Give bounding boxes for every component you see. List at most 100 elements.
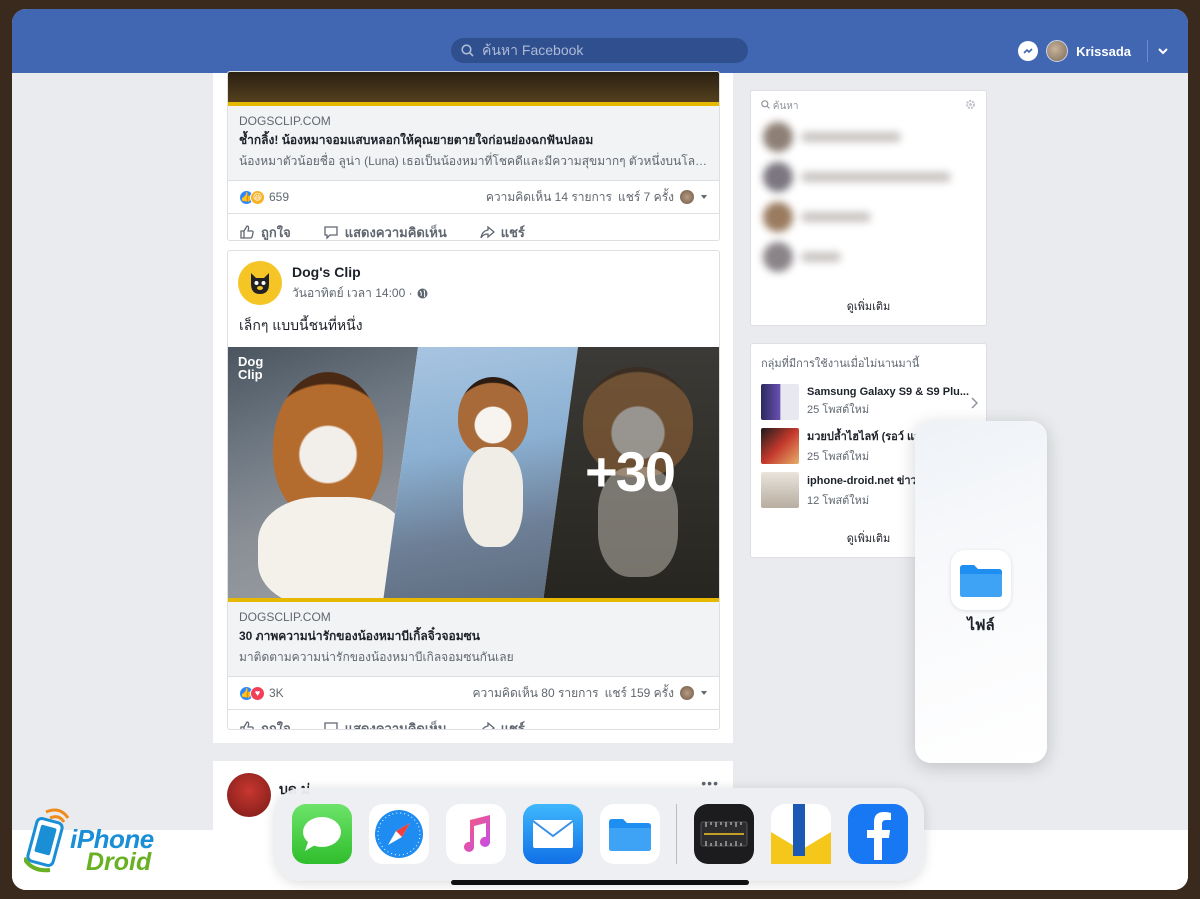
share-button[interactable]: แชร์ <box>479 718 525 729</box>
contacts-list[interactable] <box>753 117 953 289</box>
caret-down-icon[interactable] <box>700 689 708 697</box>
like-label: ถูกใจ <box>261 224 291 240</box>
comment-label: แสดงความคิดเห็น <box>344 720 447 730</box>
audience-avatar[interactable] <box>680 190 694 204</box>
link-domain: DOGSCLIP.COM <box>239 610 331 624</box>
safari-icon[interactable] <box>369 804 429 864</box>
badge-line-2: Clip <box>238 367 263 382</box>
facebook-icon[interactable] <box>848 804 908 864</box>
comment-label: แสดงความคิดเห็น <box>344 224 447 240</box>
post-header: Dog's Clip วันอาทิตย์ เวลา 14:00 · <box>228 251 719 315</box>
comment-icon <box>324 722 338 729</box>
share-count[interactable]: แชร์ 7 ครั้ง <box>618 188 674 207</box>
group-thumbnail <box>761 384 799 420</box>
share-button[interactable]: แชร์ <box>479 222 525 241</box>
haha-reaction-icon: 😆 <box>250 189 265 205</box>
reaction-count: 3K <box>269 686 284 700</box>
post-actions: ถูกใจ แสดงความคิดเห็น แชร์ <box>228 710 719 730</box>
group-thumbnail <box>761 428 799 464</box>
thumbs-up-icon <box>240 225 254 239</box>
like-button[interactable]: ถูกใจ <box>239 718 291 730</box>
group-new-posts: 25 โพสต์ใหม่ <box>807 404 870 416</box>
chevron-down-icon[interactable] <box>1156 44 1170 58</box>
group-thumbnail <box>761 472 799 508</box>
comment-count[interactable]: ความคิดเห็น 14 รายการ <box>486 188 612 207</box>
reactions[interactable]: 👍 😆 659 <box>239 189 290 205</box>
more-photos-count[interactable]: +30 <box>585 439 676 504</box>
divider <box>1147 40 1148 62</box>
measure-icon[interactable] <box>694 804 754 864</box>
gear-icon[interactable] <box>965 99 976 110</box>
page-avatar[interactable] <box>238 261 282 305</box>
comment-count[interactable]: ความคิดเห็น 80 รายการ <box>473 684 599 703</box>
ipad-dock <box>275 788 924 881</box>
contacts-search-label: ค้นหา <box>772 101 799 112</box>
group-name: มวยปล้ำไฮไลท์ (รอว์ แสม <box>807 431 929 443</box>
group-new-posts: 12 โพสต์ใหม่ <box>807 495 870 507</box>
share-icon <box>480 225 495 239</box>
share-label: แชร์ <box>500 224 525 240</box>
logo-text-droid: Droid <box>86 848 152 876</box>
reactions[interactable]: 👍 ♥ 3K <box>239 685 284 701</box>
comment-button[interactable]: แสดงความคิดเห็น <box>323 222 447 241</box>
music-icon[interactable] <box>446 804 506 864</box>
audience-avatar[interactable] <box>680 686 694 700</box>
see-more-link[interactable]: ดูเพิ่มเติม <box>751 297 986 315</box>
link-image[interactable] <box>228 72 719 106</box>
search-placeholder: ค้นหา Facebook <box>482 41 584 58</box>
share-count[interactable]: แชร์ 159 ครั้ง <box>605 684 674 703</box>
group-new-posts: 25 โพสต์ใหม่ <box>807 451 870 463</box>
author-avatar[interactable] <box>227 773 271 817</box>
group-name: iphone-droid.net ข่าวส <box>807 475 924 487</box>
link-domain: DOGSCLIP.COM <box>239 114 331 128</box>
link-title: 30 ภาพความน่ารักของน้องหมาบีเกิ้ลจิ๋วจอม… <box>239 629 481 643</box>
post-photo-collage[interactable]: Dog Clip +30 <box>228 347 719 602</box>
search-field[interactable]: ค้นหา Facebook <box>451 38 748 63</box>
home-indicator[interactable] <box>451 880 749 885</box>
group-name: Samsung Galaxy S9 & S9 Plu... <box>807 386 970 398</box>
group-item[interactable]: Samsung Galaxy S9 & S9 Plu... 25 โพสต์ให… <box>751 380 986 424</box>
caret-down-icon[interactable] <box>700 193 708 201</box>
news-feed: DOGSCLIP.COM ช้ำกลิ้ง! น้องหมาจอมแสบหลอก… <box>213 71 733 743</box>
share-icon <box>481 721 495 729</box>
iphone-droid-logo: iPhone Droid <box>24 800 164 880</box>
search-icon <box>761 100 770 109</box>
link-description: มาติดตามความน่ารักของน้องหมาบีเกิลจอมซนก… <box>239 650 514 664</box>
like-button[interactable]: ถูกใจ <box>239 222 291 241</box>
post-card: DOGSCLIP.COM ช้ำกลิ้ง! น้องหมาจอมแสบหลอก… <box>227 71 720 241</box>
post-card: Dog's Clip วันอาทิตย์ เวลา 14:00 · เล็กๆ… <box>227 250 720 730</box>
link-preview[interactable]: DOGSCLIP.COM 30 ภาพความน่ารักของน้องหมาบ… <box>228 602 719 677</box>
post-stats: 👍 😆 659 ความคิดเห็น 14 รายการ แชร์ 7 ครั้… <box>228 181 719 214</box>
mail-icon[interactable] <box>523 804 583 864</box>
contacts-search[interactable]: ค้นหา <box>761 99 799 114</box>
comment-button[interactable]: แสดงความคิดเห็น <box>323 718 447 730</box>
like-label: ถูกใจ <box>261 720 291 730</box>
contacts-panel: ค้นหา ดูเพิ่มเติม <box>750 90 987 326</box>
messages-icon[interactable] <box>292 804 352 864</box>
messenger-icon[interactable] <box>1018 41 1039 61</box>
link-description: น้องหมาตัวน้อยชื่อ ลูน่า (Luna) เธอเป็นน… <box>239 154 708 168</box>
keynote-icon[interactable] <box>771 804 831 864</box>
post-time-text: วันอาทิตย์ เวลา 14:00 · <box>292 285 413 300</box>
user-avatar[interactable] <box>1046 40 1069 62</box>
slide-over-panel[interactable]: ไฟล์ <box>915 421 1047 763</box>
post-actions: ถูกใจ แสดงความคิดเห็น แชร์ <box>228 214 719 241</box>
folder-icon <box>960 565 1002 597</box>
files-icon[interactable] <box>600 804 660 864</box>
post-text: เล็กๆ แบบนี้ชนที่หนึ่ง <box>239 317 363 333</box>
post-timestamp[interactable]: วันอาทิตย์ เวลา 14:00 · <box>292 284 428 303</box>
files-app-icon[interactable] <box>951 550 1011 610</box>
comment-icon <box>324 226 338 240</box>
dog-logo-icon <box>251 273 269 294</box>
facebook-top-bar: ค้นหา Facebook Krissada <box>12 9 1188 73</box>
reaction-count: 659 <box>269 190 290 204</box>
page-name[interactable]: Dog's Clip <box>292 264 428 280</box>
user-name[interactable]: Krissada <box>1076 44 1131 59</box>
dock-divider <box>676 804 677 864</box>
dogs-clip-watermark: Dog Clip <box>238 355 263 381</box>
files-app-label: ไฟล์ <box>967 617 995 634</box>
search-icon <box>461 44 474 57</box>
chevron-right-icon[interactable] <box>970 397 978 409</box>
link-preview[interactable]: DOGSCLIP.COM ช้ำกลิ้ง! น้องหมาจอมแสบหลอก… <box>228 106 719 181</box>
groups-title: กลุ่มที่มีการใช้งานเมื่อไม่นานมานี้ <box>761 358 920 370</box>
